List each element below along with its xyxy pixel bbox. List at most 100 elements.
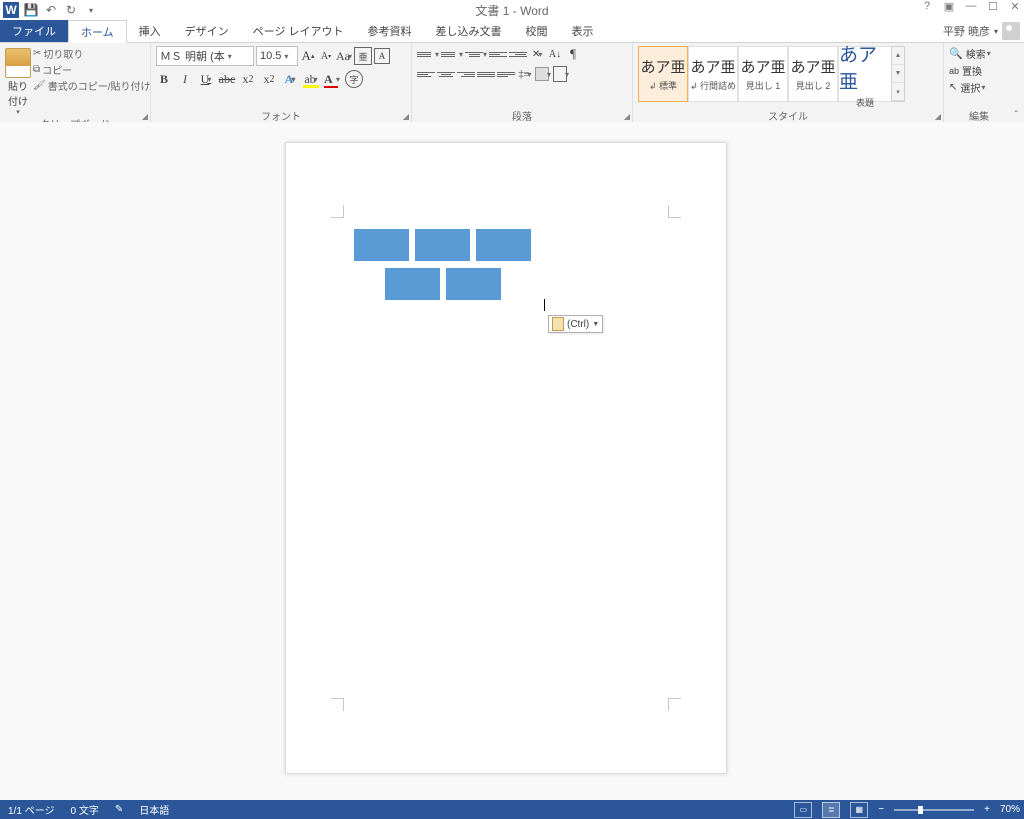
view-web-icon[interactable]: ▦	[850, 802, 868, 818]
align-right-icon[interactable]	[457, 66, 475, 82]
style-gallery[interactable]: あア亜↲ 標準 あア亜↲ 行間詰め あア亜見出し 1 あア亜見出し 2 あア亜表…	[638, 46, 905, 102]
scissors-icon: ✂	[33, 48, 41, 59]
paragraph-dialog-launcher-icon[interactable]: ◢	[624, 112, 630, 121]
group-styles: あア亜↲ 標準 あア亜↲ 行間詰め あア亜見出し 1 あア亜見出し 2 あア亜表…	[633, 43, 944, 123]
underline-button[interactable]: U▾	[198, 71, 214, 87]
change-case-icon[interactable]: Aa▾	[336, 48, 352, 64]
tab-home[interactable]: ホーム	[68, 20, 127, 43]
align-center-icon[interactable]	[437, 66, 455, 82]
style-title[interactable]: あア亜表題	[838, 46, 892, 102]
user-area[interactable]: 平野 暁彦 ▾	[943, 20, 1020, 42]
document-area[interactable]: (Ctrl) ▼	[0, 122, 1024, 800]
paste-options-label: (Ctrl)	[567, 319, 589, 330]
ribbon-options-icon[interactable]: ▣	[942, 0, 956, 13]
style-heading1[interactable]: あア亜見出し 1	[738, 46, 788, 102]
style-more-icon[interactable]: ▾	[892, 83, 904, 101]
zoom-out-icon[interactable]: −	[878, 804, 884, 815]
tab-design[interactable]: デザイン	[173, 20, 241, 42]
enclose-char-icon[interactable]: 字	[345, 70, 363, 88]
style-down-icon[interactable]: ▼	[892, 65, 904, 83]
justify-icon[interactable]	[477, 66, 495, 82]
tab-insert[interactable]: 挿入	[127, 20, 173, 42]
status-page[interactable]: 1/1 ページ	[0, 802, 62, 817]
borders-icon[interactable]: ▾	[553, 66, 569, 82]
font-color-icon[interactable]: A▾	[324, 71, 340, 87]
view-read-icon[interactable]: ▭	[794, 802, 812, 818]
group-label-paragraph: 段落	[417, 108, 627, 123]
font-dialog-launcher-icon[interactable]: ◢	[403, 112, 409, 121]
phonetic-guide-icon[interactable]: 亜	[354, 47, 372, 65]
char-border-icon[interactable]: A	[374, 48, 390, 64]
text-direction-icon[interactable]: ✕▾	[529, 46, 545, 62]
margin-mark-bl	[331, 698, 344, 711]
shape-rect[interactable]	[446, 268, 501, 300]
style-up-icon[interactable]: ▲	[892, 47, 904, 65]
tab-references[interactable]: 参考資料	[356, 20, 424, 42]
bold-button[interactable]: B	[156, 71, 172, 87]
distribute-icon[interactable]	[497, 66, 515, 82]
avatar-icon[interactable]	[1002, 22, 1020, 40]
shrink-font-icon[interactable]: A▾	[318, 48, 334, 64]
decrease-indent-icon[interactable]	[489, 46, 507, 62]
text-effects-icon[interactable]: A▾	[282, 71, 298, 87]
close-icon[interactable]: ✕	[1008, 0, 1022, 13]
clipboard-dialog-launcher-icon[interactable]: ◢	[142, 112, 148, 121]
increase-indent-icon[interactable]	[509, 46, 527, 62]
align-left-icon[interactable]	[417, 66, 435, 82]
strikethrough-button[interactable]: abc	[219, 71, 235, 87]
page[interactable]: (Ctrl) ▼	[285, 142, 727, 774]
tab-review[interactable]: 校閲	[514, 20, 560, 42]
group-label-editing: 編集	[949, 108, 1009, 123]
zoom-in-icon[interactable]: +	[984, 804, 990, 815]
shape-rect[interactable]	[476, 229, 531, 261]
select-button[interactable]: ↖選択▾	[949, 80, 991, 95]
font-size-combo[interactable]: 10.5▾	[256, 46, 298, 66]
paste-options-icon	[552, 317, 564, 331]
minimize-icon[interactable]: —	[964, 0, 978, 13]
line-spacing-icon[interactable]: ‡≡▾	[517, 66, 533, 82]
bullets-icon[interactable]	[417, 46, 435, 62]
shape-rect[interactable]	[415, 229, 470, 261]
tab-file[interactable]: ファイル	[0, 20, 68, 42]
paste-options-tag[interactable]: (Ctrl) ▼	[548, 315, 603, 333]
replace-button[interactable]: ab置換	[949, 63, 991, 78]
styles-dialog-launcher-icon[interactable]: ◢	[935, 112, 941, 121]
maximize-icon[interactable]: ☐	[986, 0, 1000, 13]
find-button[interactable]: 🔍検索▾	[949, 46, 991, 61]
help-icon[interactable]: ?	[920, 0, 934, 13]
style-heading2[interactable]: あア亜見出し 2	[788, 46, 838, 102]
view-print-icon[interactable]: ≣	[822, 802, 840, 818]
zoom-value[interactable]: 70%	[1000, 804, 1020, 815]
numbering-icon[interactable]	[441, 46, 459, 62]
multilevel-icon[interactable]	[465, 46, 483, 62]
paste-button[interactable]: 貼り付け ▾	[5, 46, 31, 116]
search-icon: 🔍	[949, 47, 963, 60]
superscript-button[interactable]: x2	[261, 71, 277, 87]
user-menu-icon[interactable]: ▾	[994, 27, 998, 36]
subscript-button[interactable]: x2	[240, 71, 256, 87]
style-normal[interactable]: あア亜↲ 標準	[638, 46, 688, 102]
highlight-icon[interactable]: ab▾	[303, 71, 319, 87]
shape-rect[interactable]	[354, 229, 409, 261]
zoom-slider[interactable]	[894, 809, 974, 811]
copy-button[interactable]: ⧉コピー	[33, 62, 150, 77]
sort-icon[interactable]: A↓	[547, 46, 563, 62]
font-name-combo[interactable]: ＭＳ 明朝 (本▾	[156, 46, 254, 66]
chevron-down-icon: ▼	[592, 321, 599, 328]
tab-layout[interactable]: ページ レイアウト	[241, 20, 356, 42]
show-marks-icon[interactable]: ¶	[565, 46, 581, 62]
collapse-ribbon-icon[interactable]: ˆ	[1015, 110, 1018, 121]
status-language[interactable]: 日本語	[131, 802, 177, 817]
tab-view[interactable]: 表示	[560, 20, 606, 42]
style-scroll[interactable]: ▲▼▾	[891, 46, 905, 102]
status-proofing-icon[interactable]: ✎	[107, 804, 131, 815]
shading-icon[interactable]: ▾	[535, 66, 551, 82]
status-words[interactable]: 0 文字	[62, 802, 106, 817]
format-painter-button[interactable]: 🖌書式のコピー/貼り付け	[33, 78, 150, 93]
style-no-spacing[interactable]: あア亜↲ 行間詰め	[688, 46, 738, 102]
grow-font-icon[interactable]: A▴	[300, 48, 316, 64]
shape-rect[interactable]	[385, 268, 440, 300]
cut-button[interactable]: ✂切り取り	[33, 46, 150, 61]
tab-mailings[interactable]: 差し込み文書	[424, 20, 514, 42]
italic-button[interactable]: I	[177, 71, 193, 87]
